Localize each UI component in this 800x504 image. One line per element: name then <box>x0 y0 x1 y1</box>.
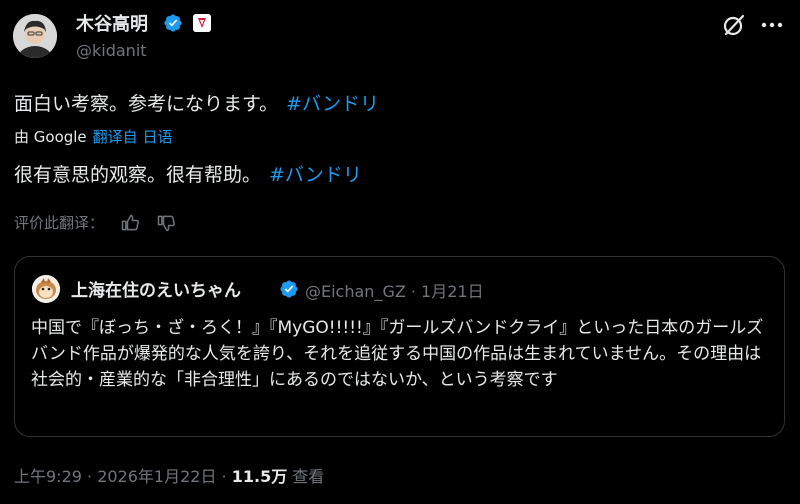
more-icon[interactable] <box>759 18 785 32</box>
quoted-post-card[interactable]: 上海在住のえいちゃん @Eichan_GZ · 1月21日 中国で『ぼっち・ざ・… <box>14 256 785 437</box>
verified-check-icon <box>164 14 182 32</box>
hashtag-link[interactable]: #バンドリ <box>286 93 379 115</box>
grok-icon[interactable] <box>721 12 747 38</box>
quoted-author-name[interactable]: 上海在住のえいちゃん <box>71 276 241 301</box>
views-label: 查看 <box>292 467 325 486</box>
translated-by-label: 由 Google <box>14 128 87 146</box>
avatar[interactable] <box>13 14 57 58</box>
post-text: 面白い考察。参考になります。 #バンドリ <box>14 89 379 116</box>
affiliate-badge-icon[interactable] <box>193 14 211 32</box>
quoted-avatar-image <box>32 275 60 303</box>
translation-source: 由 Google 翻译自 日语 <box>14 126 172 147</box>
quoted-post-body: 中国で『ぼっち・ざ・ろく！』『MyGO!!!!!』『ガールズバンドクライ』といっ… <box>31 318 764 390</box>
author-name[interactable]: 木谷高明 <box>76 10 148 36</box>
quoted-handle-date[interactable]: @Eichan_GZ · 1月21日 <box>305 278 484 302</box>
translated-hashtag-link[interactable]: #バンドリ <box>269 164 362 186</box>
post-body: 面白い考察。参考になります。 <box>14 93 279 115</box>
avatar-image <box>13 14 57 58</box>
translated-from-link[interactable]: 翻译自 日语 <box>93 128 173 146</box>
author-handle[interactable]: @kidanit <box>76 41 147 60</box>
rate-translation: 评价此翻译： <box>14 212 176 233</box>
rate-translation-label: 评价此翻译： <box>14 214 105 232</box>
views-count: 11.5万 <box>231 467 288 486</box>
post-timestamp[interactable]: 上午9:29 · 2026年1月22日 · <box>14 467 232 486</box>
translated-text: 很有意思的观察。很有帮助。 #バンドリ <box>14 160 362 187</box>
quoted-avatar[interactable] <box>32 275 60 303</box>
thumb-down-icon[interactable] <box>156 213 176 233</box>
post-meta: 上午9:29 · 2026年1月22日 · 11.5万 查看 <box>14 463 324 487</box>
thumb-up-icon[interactable] <box>120 213 140 233</box>
quoted-verified-check-icon <box>280 280 298 298</box>
translated-body: 很有意思的观察。很有帮助。 <box>14 164 262 186</box>
